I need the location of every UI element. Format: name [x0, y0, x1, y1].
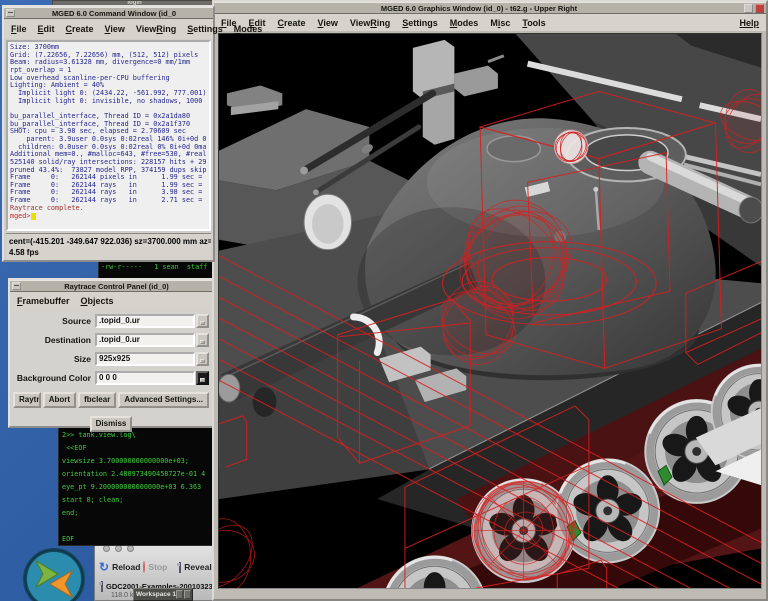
- minimize-icon[interactable]: [115, 545, 122, 552]
- raytrace-panel-title: Raytrace Control Panel (id_0): [21, 282, 212, 291]
- menu-view[interactable]: View: [318, 18, 338, 28]
- tank-searchlight: [304, 194, 351, 249]
- menu-viewring[interactable]: ViewRing: [136, 24, 176, 34]
- window-traffic-lights: [103, 545, 134, 552]
- background-color-input[interactable]: 0 0 0: [95, 371, 195, 385]
- background-color-label: Background Color: [13, 373, 95, 383]
- destination-input[interactable]: .topid_0.ur: [95, 333, 195, 347]
- size-label: Size: [13, 354, 95, 364]
- menu-edit[interactable]: Edit: [38, 24, 55, 34]
- raytrace-control-panel: Raytrace Control Panel (id_0) Framebuffe…: [8, 278, 214, 428]
- mged-command-window: MGED 6.0 Command Window (id_0 File Edit Cr…: [2, 5, 215, 262]
- view-center-status: cent=(-415.201 -349.647 922.036) sz=3700…: [9, 236, 208, 247]
- graphics-canvas[interactable]: [218, 33, 762, 589]
- menu-viewring[interactable]: ViewRing: [350, 18, 390, 28]
- menu-create[interactable]: Create: [278, 18, 306, 28]
- window-menu-icon[interactable]: [6, 9, 15, 17]
- raytrace-panel-titlebar[interactable]: Raytrace Control Panel (id_0): [10, 280, 212, 292]
- menu-modes[interactable]: Modes: [450, 18, 479, 28]
- command-window-menubar: FileEditCreateViewViewRingSettingsModes: [4, 19, 213, 39]
- workspace-label: Workspace 1: [134, 591, 176, 598]
- graphics-window-title: MGED 6.0 Graphics Window (id_0) - t62.g …: [214, 4, 744, 13]
- menu-misc[interactable]: Misc: [490, 18, 510, 28]
- brlcad-logo-icon[interactable]: [22, 547, 86, 601]
- menu-tools[interactable]: Tools: [522, 18, 545, 28]
- destination-label: Destination: [13, 335, 95, 345]
- mged-graphics-window: MGED 6.0 Graphics Window (id_0) - t62.g …: [212, 0, 768, 601]
- menu-file[interactable]: File: [11, 24, 27, 34]
- size-input[interactable]: 925x925: [95, 352, 195, 366]
- mged-prompt: mged>: [10, 212, 30, 220]
- graphics-window-menubar: FileEditCreateViewViewRingSettingsModesM…: [214, 14, 766, 31]
- raytrace-button[interactable]: Raytrace: [13, 392, 41, 408]
- command-window-statusbar: cent=(-415.201 -349.647 922.036) sz=3700…: [6, 233, 211, 260]
- menu-framebuffer[interactable]: Framebuffer: [17, 296, 70, 306]
- workspace-pager[interactable]: Workspace 1: [133, 588, 193, 601]
- menu-view[interactable]: View: [105, 24, 125, 34]
- stop-icon: [143, 561, 145, 573]
- advanced-settings-button[interactable]: Advanced Settings...: [118, 392, 209, 408]
- dismiss-button[interactable]: Dismiss: [90, 416, 133, 432]
- command-window-title: MGED 6.0 Command Window (id_0: [15, 9, 213, 18]
- menu-settings[interactable]: Settings: [402, 18, 438, 28]
- stop-button[interactable]: Stop: [148, 562, 167, 572]
- destination-option-button[interactable]: [196, 333, 209, 347]
- file-icon: [101, 581, 103, 592]
- command-window-titlebar[interactable]: MGED 6.0 Command Window (id_0: [4, 7, 213, 19]
- source-input[interactable]: .topid_0.ur: [95, 314, 195, 328]
- graphics-window-titlebar[interactable]: MGED 6.0 Graphics Window (id_0) - t62.g …: [214, 2, 766, 14]
- menu-create[interactable]: Create: [66, 24, 94, 34]
- fbclear-button[interactable]: fbclear: [78, 392, 116, 408]
- workspace-thumb-1[interactable]: [176, 590, 183, 599]
- close-icon[interactable]: [755, 4, 764, 13]
- maximize-icon[interactable]: [744, 4, 753, 13]
- source-label: Source: [13, 316, 95, 326]
- close-icon[interactable]: [103, 545, 110, 552]
- workspace-thumb-2[interactable]: [184, 590, 191, 599]
- raytrace-panel-menubar: Framebuffer Objects: [10, 292, 212, 310]
- menu-settings[interactable]: Settings: [187, 24, 223, 34]
- command-output-text: Size: 3700mm Grid: (7.22656, 7.22656) mm…: [8, 42, 209, 205]
- reload-icon[interactable]: ↻: [99, 561, 109, 573]
- background-color-swatch-button[interactable]: [196, 371, 209, 385]
- tank-3d-scene: [219, 34, 761, 588]
- menu-objects[interactable]: Objects: [81, 296, 114, 306]
- command-output-area[interactable]: Size: 3700mm Grid: (7.22656, 7.22656) mm…: [6, 40, 211, 231]
- reload-button[interactable]: Reload: [112, 562, 140, 572]
- zoom-icon[interactable]: [127, 545, 134, 552]
- size-option-button[interactable]: [196, 352, 209, 366]
- raytrace-complete-line: Raytrace complete.: [8, 205, 209, 213]
- abort-button[interactable]: Abort: [43, 392, 76, 408]
- source-option-button[interactable]: [196, 314, 209, 328]
- menu-help[interactable]: Help: [739, 18, 759, 28]
- fps-status: 4.58 fps: [9, 247, 208, 258]
- menu-modes[interactable]: Modes: [234, 24, 263, 34]
- window-menu-icon[interactable]: [12, 282, 21, 290]
- reveal-file-icon: [179, 562, 181, 573]
- text-cursor: [31, 213, 36, 220]
